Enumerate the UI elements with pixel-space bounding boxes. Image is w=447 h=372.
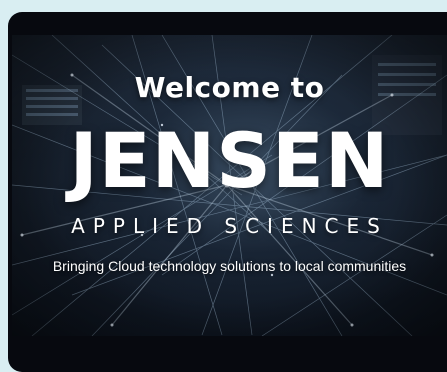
brand-subtitle: APPLIED SCIENCES: [71, 214, 388, 238]
hero-banner: Welcome to JENSEN APPLIED SCIENCES Bring…: [12, 35, 447, 336]
tagline: Bringing Cloud technology solutions to l…: [52, 258, 407, 274]
hero-card: Welcome to JENSEN APPLIED SCIENCES Bring…: [8, 12, 447, 372]
brand-title: JENSEN: [69, 116, 390, 205]
hero-text-block: Welcome to JENSEN APPLIED SCIENCES Bring…: [12, 35, 447, 336]
welcome-heading: Welcome to: [134, 71, 325, 104]
